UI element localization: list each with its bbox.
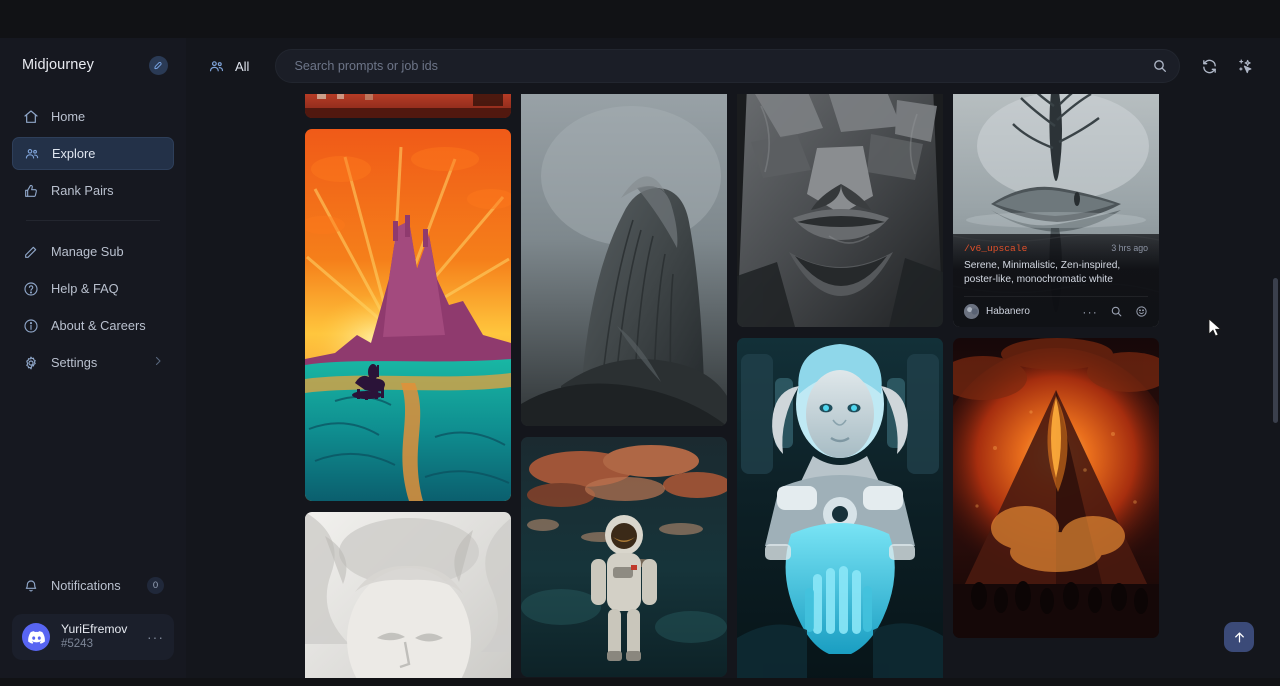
user-avatar-icon	[964, 304, 979, 319]
sidebar: Midjourney Home	[0, 38, 186, 678]
window-top-chrome	[0, 0, 1280, 38]
gallery-column-2	[521, 86, 727, 678]
brand-header: Midjourney	[0, 38, 186, 92]
user-menu-button[interactable]: ···	[147, 629, 164, 645]
sidebar-item-about-careers[interactable]: About & Careers	[12, 309, 174, 342]
top-bar: All	[186, 38, 1280, 94]
overlay-timestamp: 3 hrs ago	[1111, 243, 1148, 253]
home-icon	[22, 108, 39, 125]
card-artwork	[305, 512, 511, 678]
sidebar-item-label: Home	[51, 109, 85, 124]
notifications-label: Notifications	[51, 578, 121, 593]
user-meta: YuriEfremov #5243	[61, 622, 127, 652]
gallery-card[interactable]	[305, 129, 511, 501]
sidebar-item-label: Help & FAQ	[51, 281, 119, 296]
sidebar-item-home[interactable]: Home	[12, 100, 174, 133]
arrow-up-icon	[1232, 630, 1247, 645]
gallery-column-3	[737, 86, 943, 678]
scrollbar-thumb[interactable]	[1273, 278, 1278, 423]
gallery-column-1	[305, 86, 511, 678]
card-hover-overlay: /v6_upscale 3 hrs ago Serene, Minimalist…	[953, 234, 1159, 327]
gallery-column-4: /v6_upscale 3 hrs ago Serene, Minimalist…	[953, 86, 1159, 678]
overlay-author: Habanero	[986, 306, 1030, 317]
sidebar-footer: Notifications 0 YuriEfremov #5243 ···	[0, 569, 186, 670]
gallery-card[interactable]	[521, 437, 727, 677]
card-artwork	[953, 338, 1159, 638]
sidebar-item-label: Settings	[51, 355, 97, 370]
thumbs-up-icon	[22, 182, 39, 199]
overlay-prompt-text: Serene, Minimalistic, Zen-inspired, post…	[964, 259, 1148, 287]
edit-icon	[22, 243, 39, 260]
vertical-scrollbar[interactable]	[1273, 38, 1278, 678]
sidebar-item-help-faq[interactable]: Help & FAQ	[12, 272, 174, 305]
brand-name: Midjourney	[22, 57, 94, 73]
card-artwork	[305, 129, 511, 501]
nav-divider	[26, 220, 160, 221]
avatar	[964, 304, 979, 319]
overlay-command: /v6_upscale	[964, 243, 1027, 254]
user-tag: #5243	[61, 637, 127, 652]
card-artwork	[737, 86, 943, 327]
info-icon	[22, 317, 39, 334]
sidebar-item-rank-pairs[interactable]: Rank Pairs	[12, 174, 174, 207]
masonry-columns: /v6_upscale 3 hrs ago Serene, Minimalist…	[305, 86, 1159, 678]
sidebar-item-manage-sub[interactable]: Manage Sub	[12, 235, 174, 268]
image-gallery: /v6_upscale 3 hrs ago Serene, Minimalist…	[186, 86, 1280, 678]
filter-all-button[interactable]: All	[202, 51, 261, 81]
search-icon[interactable]	[1150, 56, 1170, 76]
card-artwork	[521, 437, 727, 677]
primary-nav: Home Explore Rank Pairs	[0, 92, 186, 379]
midjourney-app: Midjourney Home	[0, 0, 1280, 686]
user-profile-card[interactable]: YuriEfremov #5243 ···	[12, 614, 174, 660]
user-name: YuriEfremov	[61, 622, 127, 638]
gallery-card-hovered[interactable]: /v6_upscale 3 hrs ago Serene, Minimalist…	[953, 86, 1159, 327]
rocket-icon[interactable]	[149, 56, 168, 75]
top-bar-actions	[1196, 53, 1258, 79]
refresh-icon[interactable]	[1196, 53, 1222, 79]
mouse-cursor	[1208, 318, 1222, 338]
scroll-to-top-button[interactable]	[1224, 622, 1254, 652]
explore-icon	[208, 58, 225, 75]
gallery-card[interactable]	[737, 338, 943, 678]
sidebar-item-explore[interactable]: Explore	[12, 137, 174, 170]
filter-all-label: All	[235, 59, 249, 74]
bell-icon	[22, 577, 39, 594]
sidebar-item-label: About & Careers	[51, 318, 146, 333]
explore-icon	[23, 145, 40, 162]
discord-icon	[22, 623, 50, 651]
help-icon	[22, 280, 39, 297]
sparkle-cursor-icon[interactable]	[1232, 53, 1258, 79]
gear-icon	[22, 354, 39, 371]
sidebar-item-label: Rank Pairs	[51, 183, 114, 198]
gallery-card[interactable]	[737, 86, 943, 327]
card-artwork	[521, 86, 727, 426]
card-artwork	[737, 338, 943, 678]
gallery-card[interactable]	[953, 338, 1159, 638]
chevron-right-icon	[152, 355, 164, 370]
overlay-more-button[interactable]: ···	[1082, 305, 1098, 319]
gallery-card[interactable]	[305, 512, 511, 678]
sidebar-item-label: Explore	[52, 146, 95, 161]
zoom-search-icon[interactable]	[1110, 305, 1123, 318]
overlay-header: /v6_upscale 3 hrs ago	[964, 243, 1148, 254]
search-bar	[275, 49, 1180, 83]
sidebar-item-settings[interactable]: Settings	[12, 346, 174, 379]
notifications-count-badge: 0	[147, 577, 164, 594]
window-bottom-chrome	[0, 678, 1280, 686]
search-input[interactable]	[275, 49, 1180, 83]
overlay-footer: Habanero ···	[964, 296, 1148, 319]
gallery-card[interactable]	[521, 86, 727, 426]
overlay-actions: ···	[1082, 305, 1148, 319]
sidebar-item-label: Manage Sub	[51, 244, 124, 259]
react-emoji-icon[interactable]	[1135, 305, 1148, 318]
notifications-button[interactable]: Notifications 0	[12, 569, 174, 602]
